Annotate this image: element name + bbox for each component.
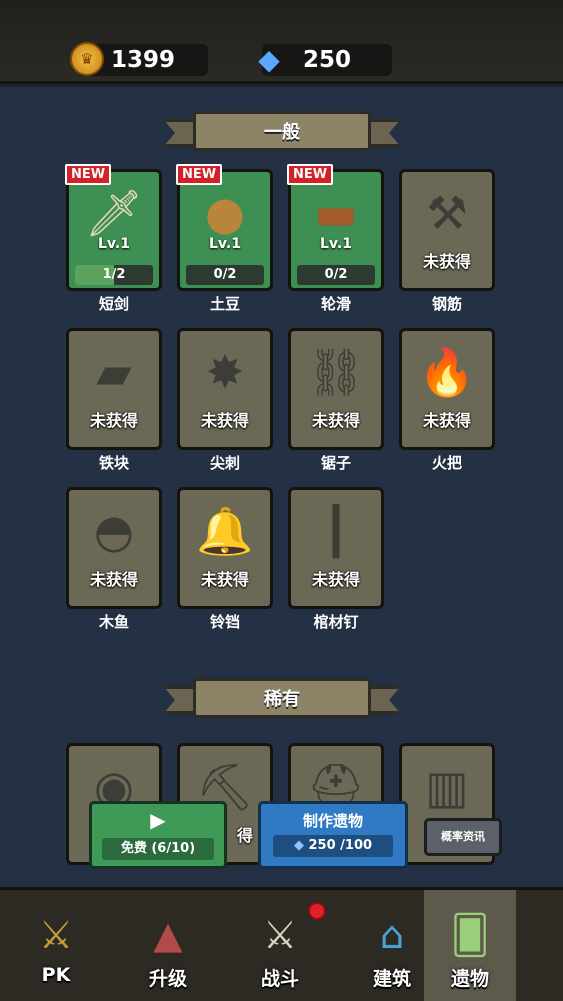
locked-text: 未获得	[89, 411, 138, 430]
new-badge: NEW	[65, 164, 112, 185]
skateboard-icon: ▬	[314, 186, 358, 240]
coin-counter: ♛ 1399	[70, 42, 208, 76]
spikes-icon: ✸	[205, 345, 245, 399]
relic-collection[interactable]: 一般 NEW 🗡 Lv.1 1/2 短剑 NEW ● Lv.1 0/2 土豆 N…	[0, 87, 563, 887]
locked-text: 未获得	[311, 570, 360, 589]
relic-card-coffin-nail[interactable]: ┃ 未获得	[288, 487, 384, 609]
craft-relic-button[interactable]: 制作遗物 ◆ 250 /100	[258, 801, 408, 869]
section-banner-common: 一般	[163, 107, 401, 155]
free-draw-label: 免费 (6/10)	[102, 838, 214, 860]
relic-card-skateboard[interactable]: NEW ▬ Lv.1 0/2	[287, 164, 384, 291]
progress-text: 0/2	[213, 267, 237, 282]
tab-relics[interactable]: 🂠 遗物	[424, 890, 516, 1001]
progress-bar: 0/2	[186, 265, 264, 285]
tab-label: 遗物	[450, 968, 489, 990]
torch-icon: 🔥	[418, 344, 476, 399]
progress-text: 1/2	[102, 267, 126, 282]
level-text: Lv.1	[98, 236, 130, 252]
relic-name: 轮滑	[320, 295, 351, 313]
tab-label: 战斗	[260, 968, 299, 990]
upgrade-book-icon: ▲	[153, 913, 183, 957]
locked-text: 未获得	[422, 411, 471, 430]
rebar-icon: ⚒	[426, 186, 468, 240]
top-bar: ♛ 1399 ◆ 250	[0, 0, 563, 84]
diamond-icon: ◆	[293, 838, 304, 853]
relic-card-spikes[interactable]: ✸ 未获得	[177, 328, 273, 450]
relic-name: 钢筋	[431, 295, 462, 313]
relic-card-rebar[interactable]: ⚒ 未获得	[399, 169, 495, 291]
relic-card-wooden-fish[interactable]: ◓ 未获得	[66, 487, 162, 609]
new-badge: NEW	[287, 164, 334, 185]
relic-name: 铃铛	[209, 613, 240, 631]
new-badge: NEW	[176, 164, 223, 185]
relic-card-bell[interactable]: 🔔 未获得	[177, 487, 273, 609]
locked-text: 未获得	[200, 411, 249, 430]
locked-text: 未获得	[200, 570, 249, 589]
diamond-icon: ◆	[258, 42, 280, 76]
level-text: Lv.1	[209, 236, 241, 252]
progress-bar: 1/2	[75, 265, 153, 285]
gem-counter: ◆ 250	[258, 43, 392, 76]
potato-icon: ●	[204, 186, 246, 240]
bell-icon: 🔔	[196, 503, 254, 558]
dagger-icon: 🗡	[84, 185, 144, 240]
coffin-nail-icon: ┃	[322, 504, 350, 558]
relic-card-saw[interactable]: ⛓ 未获得	[288, 328, 384, 450]
relic-name: 火把	[431, 454, 462, 472]
craft-relic-label: 制作遗物	[302, 812, 363, 830]
relic-name: 短剑	[98, 295, 129, 313]
free-draw-button[interactable]: ▶ 免费 (6/10)	[89, 801, 227, 869]
tab-pk[interactable]: ⚔ PK	[0, 890, 112, 1001]
progress-text: 0/2	[324, 267, 348, 282]
locked-text: 未获得	[422, 252, 471, 271]
wooden-fish-icon: ◓	[93, 504, 135, 558]
relic-name: 木鱼	[98, 613, 129, 631]
bottom-nav: ⚔ PK ▲ 升级 ⚔ 战斗 ⌂ 建筑 🂠 遗物	[0, 887, 563, 1001]
relic-cards-icon: 🂠	[450, 913, 490, 957]
craft-cost: ◆ 250 /100	[273, 835, 393, 857]
relic-name: 铁块	[98, 454, 129, 472]
saw-icon: ⛓	[306, 344, 366, 399]
shop-building-icon: ⌂	[379, 913, 405, 957]
level-text: Lv.1	[320, 236, 352, 252]
relic-card-torch[interactable]: 🔥 未获得	[399, 328, 495, 450]
notification-dot	[308, 902, 326, 920]
section-banner-rare: 稀有	[163, 674, 401, 722]
tab-label: PK	[41, 964, 71, 986]
locked-text: 未获得	[311, 411, 360, 430]
video-camera-icon: ▶	[150, 808, 166, 832]
relic-card-dagger[interactable]: NEW 🗡 Lv.1 1/2	[65, 164, 162, 291]
relic-name: 尖刺	[209, 454, 240, 472]
crossed-swords-shield-icon: ⚔	[38, 913, 74, 957]
section-title: 一般	[193, 111, 371, 151]
progress-bar: 0/2	[297, 265, 375, 285]
crossed-swords-icon: ⚔	[262, 913, 298, 957]
tab-label: 升级	[148, 968, 187, 990]
barrel-icon: ▥	[425, 760, 469, 814]
probability-info-button[interactable]: 概率资讯	[424, 818, 502, 856]
relic-card-iron-block[interactable]: ▰ 未获得	[66, 328, 162, 450]
section-title: 稀有	[193, 678, 371, 718]
relic-card-potato[interactable]: NEW ● Lv.1 0/2	[176, 164, 273, 291]
locked-text: 未获得	[89, 570, 138, 589]
relic-name: 棺材钉	[313, 613, 359, 631]
tab-upgrade[interactable]: ▲ 升级	[112, 890, 224, 1001]
iron-block-icon: ▰	[96, 345, 132, 399]
relic-name: 土豆	[209, 295, 240, 313]
relic-name: 锯子	[320, 454, 351, 472]
crown-coin-icon: ♛	[70, 42, 104, 76]
